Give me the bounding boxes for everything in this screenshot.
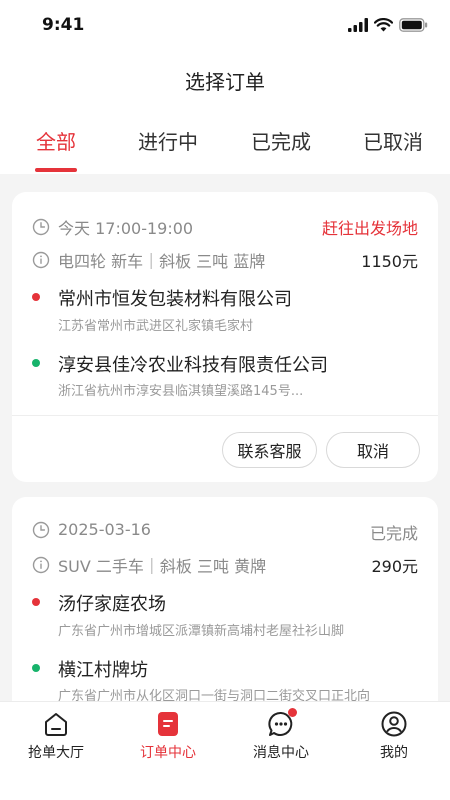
order-time-row: 2025-03-16 (32, 520, 418, 539)
origin-name: 常州市恒发包装材料有限公司 (58, 289, 292, 310)
destination-name: 淳安县佳冷农业科技有限责任公司 (58, 355, 328, 376)
info-icon (32, 556, 50, 574)
info-icon (32, 251, 50, 269)
tab-all[interactable]: 全部 (0, 126, 112, 155)
tabbar-item-mine[interactable]: 我的 (338, 710, 450, 762)
tabbar-label: 订单中心 (140, 745, 196, 761)
order-icon (154, 710, 182, 738)
active-tab-indicator (35, 168, 77, 172)
destination-address: 浙江省杭州市淳安县临淇镇望溪路145号... (58, 384, 304, 399)
order-time: 今天 17:00-19:00 (58, 219, 194, 238)
vehicle-row: 电四轮 新车｜斜板 三吨 蓝牌 (32, 248, 418, 272)
destination-dot-icon (32, 359, 40, 367)
destination-dot-icon (32, 664, 40, 672)
vehicle-info: 电四轮 新车｜斜板 三吨 蓝牌 (58, 252, 266, 271)
status-bar: 9:41 (0, 0, 450, 52)
page-title: 选择订单 (185, 70, 265, 94)
destination-name: 横江村牌坊 (58, 660, 148, 681)
order-card[interactable]: 今天 17:00-19:00 赶往出发场地 电四轮 新车｜斜板 三吨 蓝牌 11… (12, 192, 438, 482)
order-status: 已完成 (369, 524, 418, 543)
signal-icon (348, 18, 368, 32)
order-time: 2025-03-16 (58, 520, 151, 539)
order-tabs: 全部 进行中 已完成 已取消 (0, 126, 450, 174)
order-status: 赶往出发场地 (321, 219, 418, 238)
battery-icon (399, 18, 428, 32)
tabbar-item-order-center[interactable]: 订单中心 (112, 710, 224, 762)
header-area: 9:41 选择订单 全部 进行中 已完成 已取消 (0, 0, 450, 174)
tab-in-progress[interactable]: 进行中 (112, 126, 224, 155)
origin-dot-icon (32, 293, 40, 301)
tab-completed[interactable]: 已完成 (225, 126, 337, 155)
tabbar-label: 抢单大厅 (28, 745, 84, 761)
tabbar-item-grab-orders[interactable]: 抢单大厅 (0, 710, 112, 762)
home-icon (42, 710, 70, 738)
message-icon (267, 708, 297, 738)
origin-name: 汤仔家庭农场 (58, 594, 166, 615)
cancel-order-button[interactable]: 取消 (326, 432, 420, 468)
tabbar-item-message-center[interactable]: 消息中心 (225, 708, 337, 762)
vehicle-info: SUV 二手车｜斜板 三吨 黄牌 (58, 557, 267, 576)
tabbar-label: 我的 (380, 745, 408, 761)
bottom-tab-bar: 抢单大厅 订单中心 消息中心 我的 (0, 701, 450, 800)
order-card[interactable]: 2025-03-16 已完成 SUV 二手车｜斜板 三吨 黄牌 290元 汤仔家… (12, 497, 438, 727)
origin-address: 江苏省常州市武进区礼家镇毛家村 (58, 319, 254, 334)
order-price: 290元 (371, 557, 418, 576)
profile-icon (380, 710, 408, 738)
vehicle-row: SUV 二手车｜斜板 三吨 黄牌 (32, 553, 418, 577)
clock-icon (32, 521, 50, 538)
card-divider (12, 415, 438, 416)
origin-address: 广东省广州市增城区派潭镇新高埔村老屋社衫山脚 (58, 624, 345, 639)
contact-support-button[interactable]: 联系客服 (222, 432, 317, 468)
tab-cancelled[interactable]: 已取消 (337, 126, 449, 155)
status-time: 9:41 (42, 15, 85, 35)
clock-icon (32, 218, 50, 236)
order-price: 1150元 (361, 252, 418, 271)
wifi-icon (374, 18, 393, 32)
status-icons (348, 18, 428, 32)
origin-dot-icon (32, 598, 40, 606)
unread-badge (288, 708, 297, 717)
tabbar-label: 消息中心 (253, 745, 309, 761)
